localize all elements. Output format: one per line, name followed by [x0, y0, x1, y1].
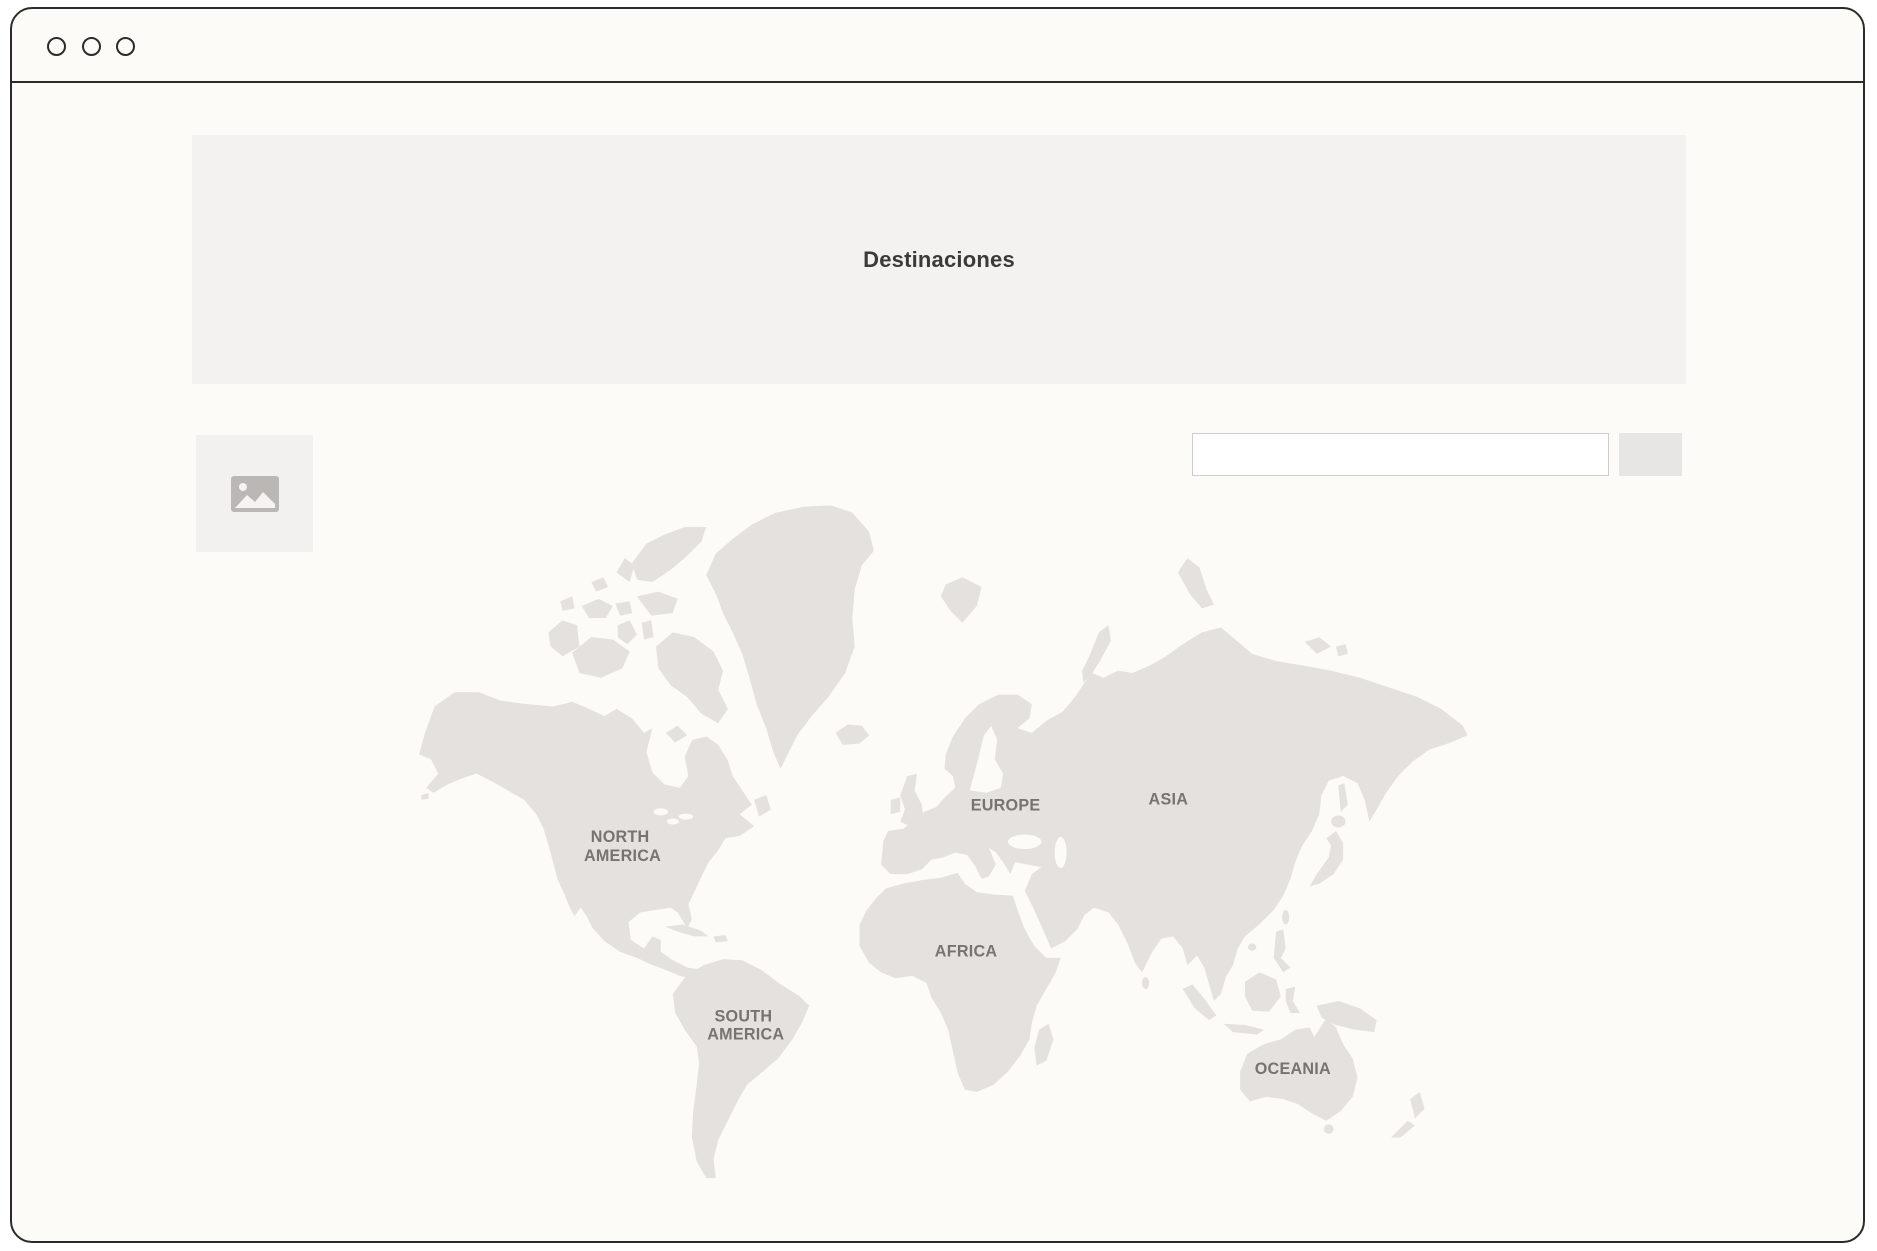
black-sea — [1007, 834, 1042, 849]
bathurst-island-shape[interactable] — [615, 601, 633, 616]
hainan-shape[interactable] — [1247, 943, 1257, 951]
svalbard-shape[interactable] — [940, 577, 982, 623]
map-region-north-america[interactable] — [419, 505, 874, 980]
sulawesi-shape[interactable] — [1285, 986, 1301, 1013]
java-shape[interactable] — [1223, 1023, 1265, 1035]
hokkaido-shape[interactable] — [1331, 815, 1346, 828]
arctic-islet-shape[interactable] — [591, 577, 609, 592]
title-bar — [12, 9, 1863, 83]
axel-heiberg-island-shape[interactable] — [616, 558, 635, 583]
southampton-island-shape[interactable] — [665, 725, 688, 743]
newfoundland-shape[interactable] — [754, 795, 771, 817]
tasmania-shape[interactable] — [1323, 1124, 1334, 1134]
cuba-shape[interactable] — [665, 924, 709, 937]
map-region-africa[interactable] — [859, 872, 1061, 1092]
hispaniola-shape[interactable] — [713, 935, 728, 943]
circle-icon — [116, 37, 135, 56]
new-siberian-islet-shape[interactable] — [1335, 644, 1348, 657]
iceland-shape[interactable] — [835, 724, 870, 745]
madagascar-shape[interactable] — [1034, 1023, 1054, 1066]
image-icon — [230, 475, 279, 512]
arctic-islet-shape[interactable] — [560, 596, 575, 611]
somerset-island-shape[interactable] — [641, 620, 654, 640]
japan-shape[interactable] — [1309, 831, 1344, 887]
ellesmere-island-shape[interactable] — [632, 526, 707, 583]
great-britain-shape[interactable] — [900, 773, 925, 827]
baffin-island-shape[interactable] — [656, 632, 728, 724]
sri-lanka-shape[interactable] — [1142, 977, 1150, 990]
world-map: NORTH AMERICA SOUTH AMERICA EUROPE ASIA … — [419, 505, 1468, 1179]
new-siberian-islands-shape[interactable] — [1304, 637, 1332, 654]
map-region-oceania[interactable] — [1240, 1001, 1425, 1138]
maximize-window-button[interactable] — [116, 37, 135, 56]
page-title: Destinaciones — [863, 246, 1015, 272]
great-lake — [678, 813, 694, 820]
close-window-button[interactable] — [47, 37, 66, 56]
search-button[interactable] — [1619, 433, 1682, 476]
africa-shape[interactable] — [859, 872, 1061, 1092]
prince-of-wales-island-shape[interactable] — [617, 620, 637, 645]
browser-window: Destinaciones NORTH AMERICA SOUTH AMERIC… — [10, 7, 1865, 1243]
novaya-zemlya-shape[interactable] — [1082, 625, 1111, 683]
map-region-south-america[interactable] — [672, 959, 810, 1179]
ireland-shape[interactable] — [890, 797, 901, 815]
devon-island-shape[interactable] — [636, 591, 678, 616]
severnaya-zemlya-shape[interactable] — [1177, 558, 1214, 609]
new-zealand-south-island-shape[interactable] — [1390, 1120, 1415, 1138]
caspian-sea — [1054, 837, 1067, 869]
borneo-shape[interactable] — [1244, 972, 1281, 1012]
sakhalin-shape[interactable] — [1338, 783, 1348, 812]
minimize-window-button[interactable] — [82, 37, 101, 56]
new-zealand-north-island-shape[interactable] — [1410, 1091, 1425, 1119]
circle-icon — [47, 37, 66, 56]
melville-island-shape[interactable] — [581, 598, 613, 618]
aleutian-islands-shape[interactable] — [421, 792, 429, 800]
great-lake — [666, 818, 679, 825]
image-placeholder — [196, 435, 313, 552]
philippines-shape[interactable] — [1273, 929, 1291, 973]
search-input[interactable] — [1192, 433, 1609, 476]
circle-icon — [82, 37, 101, 56]
hero-banner: Destinaciones — [192, 135, 1686, 384]
south-america-shape[interactable] — [672, 959, 810, 1179]
victoria-island-shape[interactable] — [572, 637, 630, 678]
great-lake — [653, 808, 668, 816]
taiwan-shape[interactable] — [1282, 910, 1290, 925]
